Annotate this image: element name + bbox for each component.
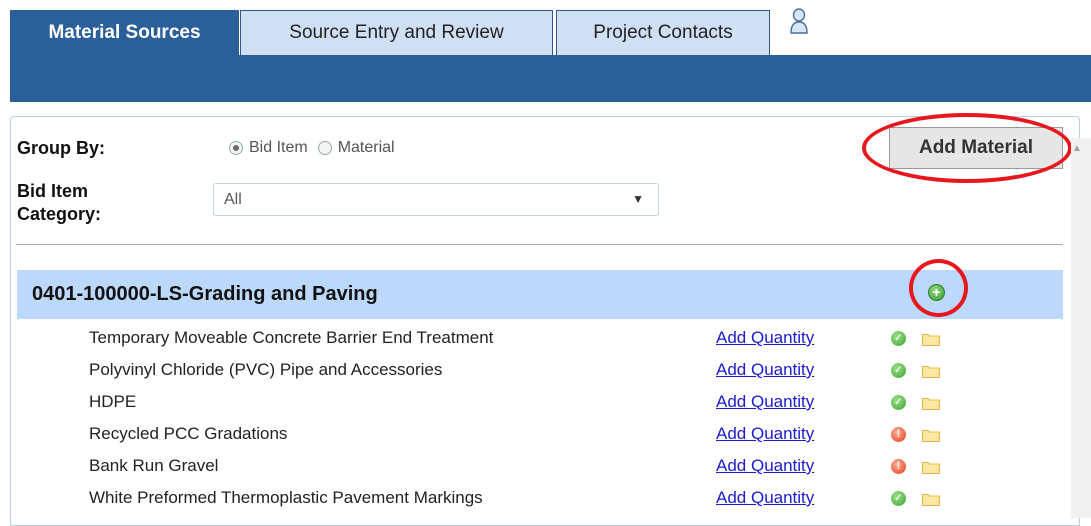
radio-bid-item-label[interactable]: Bid Item	[249, 139, 308, 157]
group-by-label: Group By:	[17, 138, 105, 158]
scroll-up-arrow-icon[interactable]: ▲	[1072, 143, 1082, 154]
add-quantity-link[interactable]: Add Quantity	[716, 418, 814, 450]
bid-item-category-label: Bid Item Category:	[17, 180, 101, 226]
radio-material[interactable]	[317, 141, 332, 155]
list-item: Temporary Moveable Concrete Barrier End …	[0, 322, 1000, 354]
add-material-button[interactable]: Add Material	[889, 127, 1063, 169]
user-icon[interactable]	[789, 8, 809, 34]
tab-source-entry-and-review[interactable]: Source Entry and Review	[240, 10, 553, 55]
divider	[16, 244, 1063, 245]
tab-project-contacts[interactable]: Project Contacts	[556, 10, 770, 55]
folder-icon[interactable]	[922, 365, 940, 378]
group-header: 0401-100000-LS-Grading and Paving	[17, 270, 1063, 319]
folder-icon[interactable]	[922, 429, 940, 442]
check-status-icon: ✓	[891, 363, 906, 378]
item-name: Polyvinyl Chloride (PVC) Pipe and Access…	[89, 360, 443, 379]
check-status-icon: ✓	[891, 331, 906, 346]
list-item: HDPE Add Quantity ✓	[0, 386, 1000, 418]
tab-bar: Material Sources Source Entry and Review…	[0, 0, 1091, 55]
tab-material-sources[interactable]: Material Sources	[10, 10, 239, 55]
list-item: Bank Run Gravel Add Quantity !	[0, 450, 1000, 482]
folder-icon[interactable]	[922, 461, 940, 474]
dropdown-arrow-icon: ▼	[632, 192, 644, 206]
list-item: Polyvinyl Chloride (PVC) Pipe and Access…	[0, 354, 1000, 386]
bid-item-category-label-line2: Category:	[17, 204, 102, 224]
item-name: HDPE	[89, 392, 137, 411]
warning-status-icon: !	[891, 459, 906, 474]
bid-item-category-label-line1: Bid Item	[17, 181, 89, 201]
radio-material-label[interactable]: Material	[338, 139, 395, 157]
scrollbar[interactable]	[1071, 138, 1091, 518]
group-title: 0401-100000-LS-Grading and Paving	[32, 283, 378, 305]
item-name: White Preformed Thermoplastic Pavement M…	[89, 488, 483, 507]
add-quantity-link[interactable]: Add Quantity	[716, 386, 814, 418]
list-item: White Preformed Thermoplastic Pavement M…	[0, 482, 1000, 514]
check-status-icon: ✓	[891, 395, 906, 410]
item-name: Recycled PCC Gradations	[89, 424, 288, 443]
bid-item-category-select[interactable]: All ▼	[213, 183, 659, 216]
header-bar	[10, 55, 1091, 102]
add-quantity-link[interactable]: Add Quantity	[716, 354, 814, 386]
add-quantity-link[interactable]: Add Quantity	[716, 322, 814, 354]
folder-icon[interactable]	[922, 333, 940, 346]
item-name: Bank Run Gravel	[89, 456, 219, 475]
bid-item-category-value: All	[224, 191, 242, 208]
add-quantity-link[interactable]: Add Quantity	[716, 450, 814, 482]
folder-icon[interactable]	[922, 493, 940, 506]
plus-circle-icon[interactable]: +	[928, 284, 945, 301]
check-status-icon: ✓	[891, 491, 906, 506]
warning-status-icon: !	[891, 427, 906, 442]
folder-icon[interactable]	[922, 397, 940, 410]
add-quantity-link[interactable]: Add Quantity	[716, 482, 814, 514]
group-by-radio-group: Bid Item Material	[229, 139, 405, 157]
radio-bid-item[interactable]	[229, 141, 243, 155]
item-name: Temporary Moveable Concrete Barrier End …	[89, 328, 494, 347]
list-item: Recycled PCC Gradations Add Quantity !	[0, 418, 1000, 450]
